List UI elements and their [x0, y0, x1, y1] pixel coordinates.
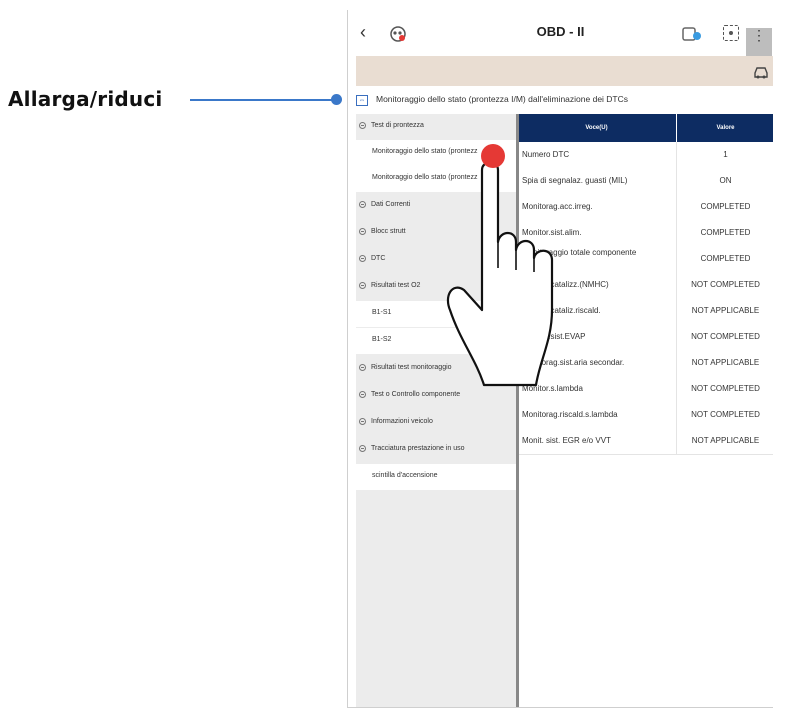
column-header-valore[interactable]: Valore	[676, 114, 773, 142]
tree-item-label: Tracciatura prestazione in uso	[371, 445, 465, 452]
cell-voce: Monit. sist. EGR e/o VVT	[522, 436, 611, 445]
breadcrumb: ⇔ Monitoraggio dello stato (prontezza I/…	[356, 90, 773, 112]
tap-hand-icon	[446, 161, 554, 387]
collapse-icon[interactable]: ⇔	[356, 95, 368, 106]
tree-item-label: B1-S1	[372, 309, 392, 316]
callout-dot	[331, 94, 342, 105]
tree-item-label: Blocc strutt	[371, 228, 406, 235]
table-header: Voce(U) Valore	[519, 114, 773, 142]
collapse-circle-icon	[359, 122, 366, 129]
collapse-circle-icon	[359, 228, 366, 235]
collapse-circle-icon	[359, 445, 366, 452]
column-header-voce[interactable]: Voce(U)	[519, 114, 674, 142]
cell-valore: COMPLETED	[676, 246, 773, 272]
cell-valore: NOT COMPLETED	[676, 324, 773, 350]
collapse-circle-icon	[359, 391, 366, 398]
breadcrumb-text: Monitoraggio dello stato (prontezza I/M)…	[376, 94, 629, 104]
tree-item-label: B1-S2	[372, 336, 392, 343]
cell-valore: COMPLETED	[676, 220, 773, 246]
cell-valore: NOT COMPLETED	[676, 402, 773, 428]
tree-item-label: Informazioni veicolo	[371, 418, 433, 425]
page-title: OBD - II	[536, 24, 585, 39]
cell-valore: ON	[676, 168, 773, 194]
tree-item-label: Risultati test O2	[371, 282, 421, 289]
tree-item-label: Test o Controllo componente	[371, 391, 461, 398]
cell-voce: Monitorag.riscald.s.lambda	[522, 410, 618, 419]
table-row: Monit. sist. EGR e/o VVT NOT APPLICABLE	[519, 428, 773, 455]
header-band	[356, 56, 773, 86]
cell-valore: COMPLETED	[676, 194, 773, 220]
car-icon[interactable]	[753, 65, 769, 79]
callout-label: Allarga/riduci	[8, 87, 163, 111]
collapse-circle-icon	[359, 282, 366, 289]
tree-group-readiness-test[interactable]: Test di prontezza	[356, 114, 516, 140]
tree-item-label: scintilla d'accensione	[372, 472, 438, 479]
cell-valore: NOT APPLICABLE	[676, 350, 773, 376]
menu-icon[interactable]: ⋮	[746, 28, 772, 56]
tree-item-label: Test di prontezza	[371, 122, 424, 129]
collapse-circle-icon	[359, 255, 366, 262]
cell-valore: NOT APPLICABLE	[676, 428, 773, 454]
table-row: Monitorag.riscald.s.lambda NOT COMPLETED	[519, 402, 773, 429]
top-bar: ‹ OBD - II ⋮	[348, 10, 773, 56]
vci-icon[interactable]	[682, 26, 702, 42]
tree-item-label: Dati Correnti	[371, 201, 411, 208]
callout-line	[190, 99, 340, 101]
tree-group-vehicle-info[interactable]: Informazioni veicolo	[356, 410, 516, 436]
cell-valore: NOT APPLICABLE	[676, 298, 773, 324]
tap-indicator	[481, 144, 505, 168]
tree-item-label: DTC	[371, 255, 386, 262]
collapse-circle-icon	[359, 418, 366, 425]
screen-capture-icon[interactable]	[723, 25, 739, 41]
cell-valore: NOT COMPLETED	[676, 376, 773, 402]
tree-group-performance-tracking[interactable]: Tracciatura prestazione in uso	[356, 437, 516, 463]
collapse-circle-icon	[359, 201, 366, 208]
cell-valore: NOT COMPLETED	[676, 272, 773, 298]
tree-item-spark-ignition[interactable]: scintilla d'accensione	[356, 464, 516, 490]
collapse-circle-icon	[359, 364, 366, 371]
cell-valore: 1	[676, 142, 773, 168]
